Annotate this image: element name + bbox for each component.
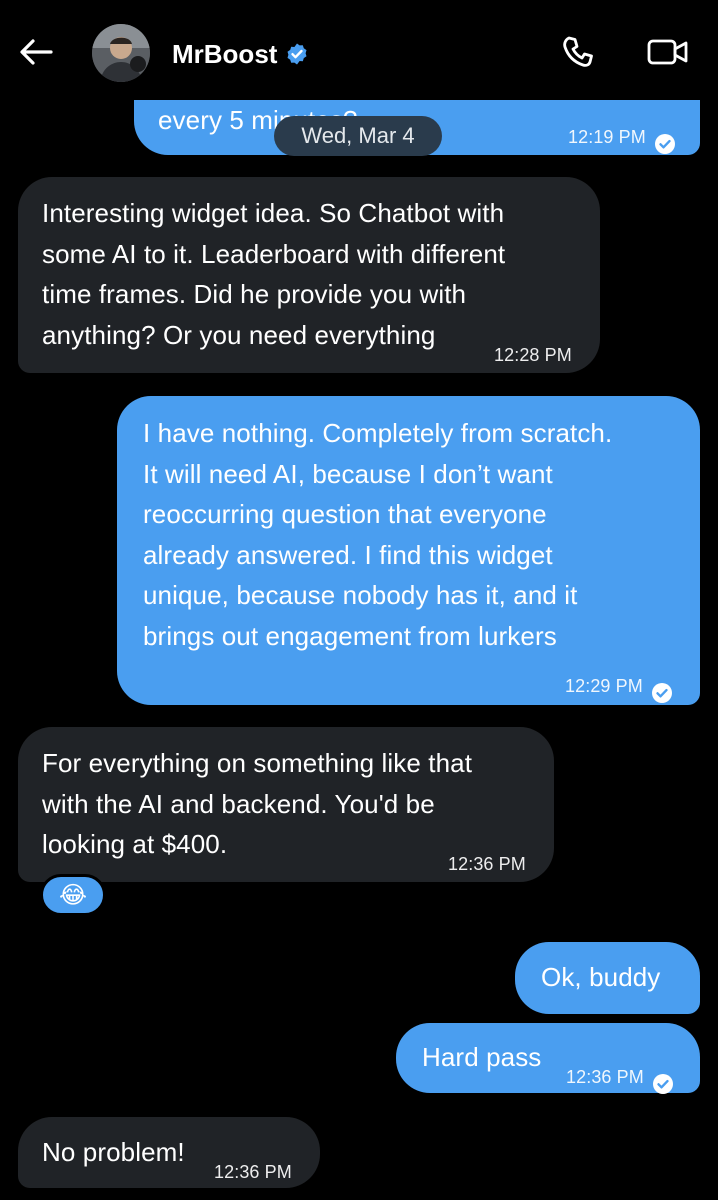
contact-name: MrBoost xyxy=(172,38,278,69)
avatar[interactable] xyxy=(92,24,150,82)
message-text: I have nothing. Completely from scratch.… xyxy=(143,418,613,651)
message-bubble-outgoing[interactable]: I have nothing. Completely from scratch.… xyxy=(117,396,700,705)
read-check-icon xyxy=(654,126,676,155)
conversation-header: MrBoost xyxy=(0,0,718,100)
message-bubble-incoming[interactable]: For everything on something like that wi… xyxy=(18,727,554,882)
phone-icon xyxy=(560,34,596,75)
message-text: Interesting widget idea. So Chatbot with… xyxy=(42,198,506,350)
back-button[interactable] xyxy=(16,34,56,74)
video-camera-icon xyxy=(647,37,689,72)
message-time: 12:29 PM xyxy=(565,676,643,696)
message-time: 12:19 PM xyxy=(568,127,646,147)
message-bubble-incoming[interactable]: No problem! 12:36 PM xyxy=(18,1117,320,1188)
voice-call-button[interactable] xyxy=(556,32,600,76)
read-check-icon xyxy=(652,1066,674,1095)
contact-name-wrap[interactable]: MrBoost xyxy=(172,34,309,74)
message-text: No problem! xyxy=(42,1137,185,1167)
message-reaction[interactable]: 😂 xyxy=(40,874,106,916)
message-time: 12:36 PM xyxy=(566,1067,644,1087)
message-text: Ok, buddy xyxy=(541,962,661,992)
message-bubble-incoming[interactable]: Interesting widget idea. So Chatbot with… xyxy=(18,177,600,373)
read-check-icon xyxy=(651,675,673,704)
message-time: 12:36 PM xyxy=(214,1162,292,1182)
back-arrow-icon xyxy=(19,38,53,71)
date-separator: Wed, Mar 4 xyxy=(274,116,442,156)
laughing-emoji: 😂 xyxy=(58,881,88,909)
message-text: For everything on something like that wi… xyxy=(42,748,473,859)
message-time: 12:28 PM xyxy=(494,345,572,365)
verified-badge-icon xyxy=(285,42,309,66)
message-text: Hard pass xyxy=(422,1042,542,1072)
message-bubble-outgoing[interactable]: Ok, buddy xyxy=(515,942,700,1014)
message-time: 12:36 PM xyxy=(448,854,526,874)
video-call-button[interactable] xyxy=(644,32,692,76)
message-bubble-outgoing[interactable]: Hard pass 12:36 PM xyxy=(396,1023,700,1095)
